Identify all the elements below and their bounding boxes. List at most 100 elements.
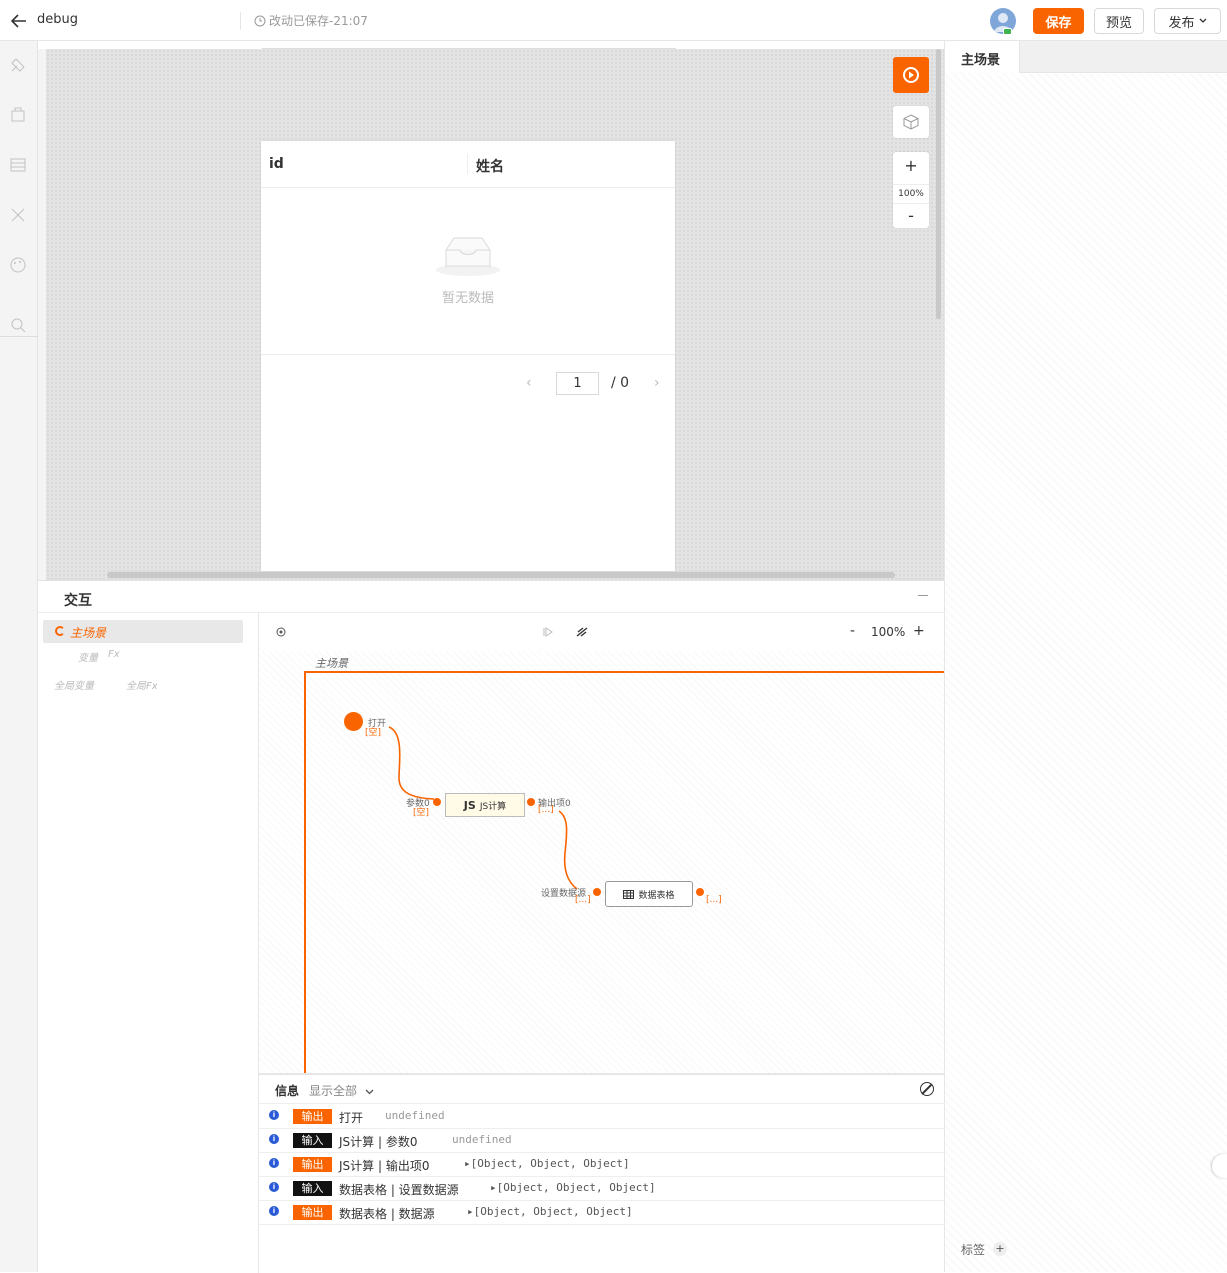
- log-source: 数据表格 | 设置数据源: [339, 1183, 459, 1197]
- log-type-badge: 输入: [293, 1181, 332, 1196]
- log-value[interactable]: ▸[Object, Object, Object]: [490, 1181, 656, 1194]
- interaction-panel: 交互 主场景 变量 Fx 全局变量 全局Fx - 100% + 主场景 打开 […: [38, 580, 944, 1273]
- clock-icon: [254, 15, 266, 26]
- info-icon: i: [269, 1158, 279, 1168]
- log-source: 数据表格 | 数据源: [339, 1207, 435, 1221]
- chevron-down-icon: [365, 1089, 374, 1095]
- ruler-left: [38, 49, 46, 580]
- log-value[interactable]: ▸[Object, Object, Object]: [464, 1157, 630, 1170]
- zoom-level: 100%: [893, 184, 929, 204]
- table-header: id 姓名: [261, 141, 675, 188]
- tools-icon[interactable]: [8, 205, 28, 225]
- pager-page-input[interactable]: 1: [556, 372, 599, 395]
- zoom-out-button[interactable]: -: [893, 206, 929, 225]
- header-divider: [240, 12, 241, 30]
- log-filter-label: 显示全部: [309, 1084, 358, 1098]
- play-circle-icon: [903, 67, 919, 83]
- debug-log-panel: 信息 显示全部 i 输出 打开 undefined i 输入 JS计算 | 参数0 undef…: [259, 1073, 944, 1273]
- publish-button[interactable]: 发布: [1154, 8, 1221, 34]
- tab-main-scene[interactable]: 主场景: [945, 41, 1020, 73]
- scene-variables[interactable]: 变量: [78, 649, 98, 664]
- debug-run-button[interactable]: [893, 57, 929, 93]
- param-input-pin[interactable]: [433, 798, 441, 806]
- log-value[interactable]: undefined: [452, 1133, 512, 1146]
- set-datasource-input-pin[interactable]: [593, 888, 601, 896]
- log-filter-dropdown[interactable]: 显示全部: [309, 1082, 374, 1099]
- properties-panel: 主场景 标签 +: [944, 41, 1227, 1272]
- 3d-view-button[interactable]: [893, 106, 929, 138]
- log-type-badge: 输入: [293, 1133, 332, 1148]
- param-pin-value: [空]: [413, 808, 430, 818]
- tag-label: 标签: [961, 1243, 986, 1257]
- log-row: i 输出 打开 undefined: [259, 1105, 944, 1129]
- info-icon: i: [269, 1110, 279, 1120]
- column-header-name: 姓名: [476, 159, 504, 175]
- interaction-title: 交互: [64, 593, 92, 609]
- table-component[interactable]: id 姓名 暂无数据 ‹ 1 / 0 ›: [261, 141, 675, 571]
- open-node-value: [空]: [365, 728, 382, 738]
- cube-icon: [903, 114, 919, 130]
- canvas-vertical-scrollbar[interactable]: [936, 49, 941, 319]
- online-status-dot: [1003, 28, 1012, 35]
- app-title: debug: [37, 12, 78, 27]
- global-fx[interactable]: 全局Fx: [126, 677, 158, 692]
- data-table-node[interactable]: 数据表格: [605, 881, 693, 907]
- pager-next-icon[interactable]: ›: [654, 375, 660, 391]
- datasource-icon[interactable]: [8, 155, 28, 175]
- back-arrow-icon[interactable]: [8, 10, 30, 32]
- left-toolbar: [0, 41, 38, 1272]
- collapse-icon[interactable]: [918, 595, 928, 596]
- table-output-value: [...]: [706, 895, 722, 905]
- ruler-top: [262, 41, 676, 49]
- info-icon: i: [269, 1134, 279, 1144]
- open-node-dot[interactable]: [344, 712, 363, 731]
- logic-flow-canvas[interactable]: - 100% + 主场景 打开 [空] 参数0 [空] JS JS计算 输出项0…: [259, 613, 944, 1073]
- theme-palette-icon[interactable]: [8, 255, 28, 275]
- column-divider: [467, 154, 468, 174]
- log-title: 信息: [275, 1084, 300, 1098]
- plugin-icon[interactable]: [8, 55, 28, 75]
- search-icon[interactable]: [8, 315, 28, 335]
- js-node-label: JS计算: [479, 801, 507, 812]
- log-header: 信息 显示全部: [259, 1075, 944, 1104]
- component-icon[interactable]: [8, 105, 28, 125]
- pager-prev-icon[interactable]: ‹: [526, 375, 532, 391]
- zoom-in-button[interactable]: +: [893, 156, 929, 175]
- global-variables[interactable]: 全局变量: [54, 677, 94, 692]
- table-output-pin[interactable]: [696, 888, 704, 896]
- empty-inbox-icon: [436, 237, 500, 276]
- table-node-label: 数据表格: [638, 890, 675, 901]
- log-type-badge: 输出: [293, 1157, 332, 1172]
- output-pin[interactable]: [527, 798, 535, 806]
- add-tag-button[interactable]: +: [993, 1242, 1007, 1256]
- log-source: 打开: [339, 1111, 364, 1125]
- table-grid-icon: [623, 889, 635, 899]
- canvas-horizontal-scrollbar[interactable]: [107, 572, 895, 578]
- log-row: i 输出 JS计算 | 输出项0 ▸[Object, Object, Object]: [259, 1153, 944, 1177]
- scene-list: 主场景 变量 Fx 全局变量 全局Fx: [38, 613, 259, 1273]
- log-value[interactable]: undefined: [385, 1109, 445, 1122]
- info-icon: i: [269, 1182, 279, 1192]
- clear-log-icon[interactable]: [920, 1082, 934, 1096]
- output-pin-value: [...]: [538, 805, 554, 815]
- log-value[interactable]: ▸[Object, Object, Object]: [467, 1205, 633, 1218]
- js-icon: JS: [463, 798, 476, 812]
- preview-button[interactable]: 预览: [1094, 8, 1144, 34]
- empty-text: 暂无数据: [441, 291, 494, 306]
- canvas-zoom-control: + 100% -: [893, 152, 929, 228]
- scene-icon: [55, 626, 65, 636]
- scene-item-label: 主场景: [70, 626, 107, 640]
- scene-fx[interactable]: Fx: [108, 649, 120, 660]
- rail-divider: [0, 336, 38, 337]
- flow-connections: [388, 726, 578, 890]
- js-compute-node[interactable]: JS JS计算: [445, 793, 525, 817]
- log-type-badge: 输出: [293, 1205, 332, 1220]
- properties-tabbar: 主场景: [945, 41, 1227, 73]
- scene-item-main[interactable]: 主场景: [43, 620, 243, 643]
- log-source: JS计算 | 参数0: [339, 1135, 418, 1149]
- publish-label: 发布: [1168, 15, 1195, 31]
- save-button[interactable]: 保存: [1033, 8, 1084, 34]
- pager-total: / 0: [611, 375, 630, 391]
- log-row: i 输出 数据表格 | 数据源 ▸[Object, Object, Object]: [259, 1201, 944, 1225]
- chevron-down-icon: [1199, 18, 1206, 23]
